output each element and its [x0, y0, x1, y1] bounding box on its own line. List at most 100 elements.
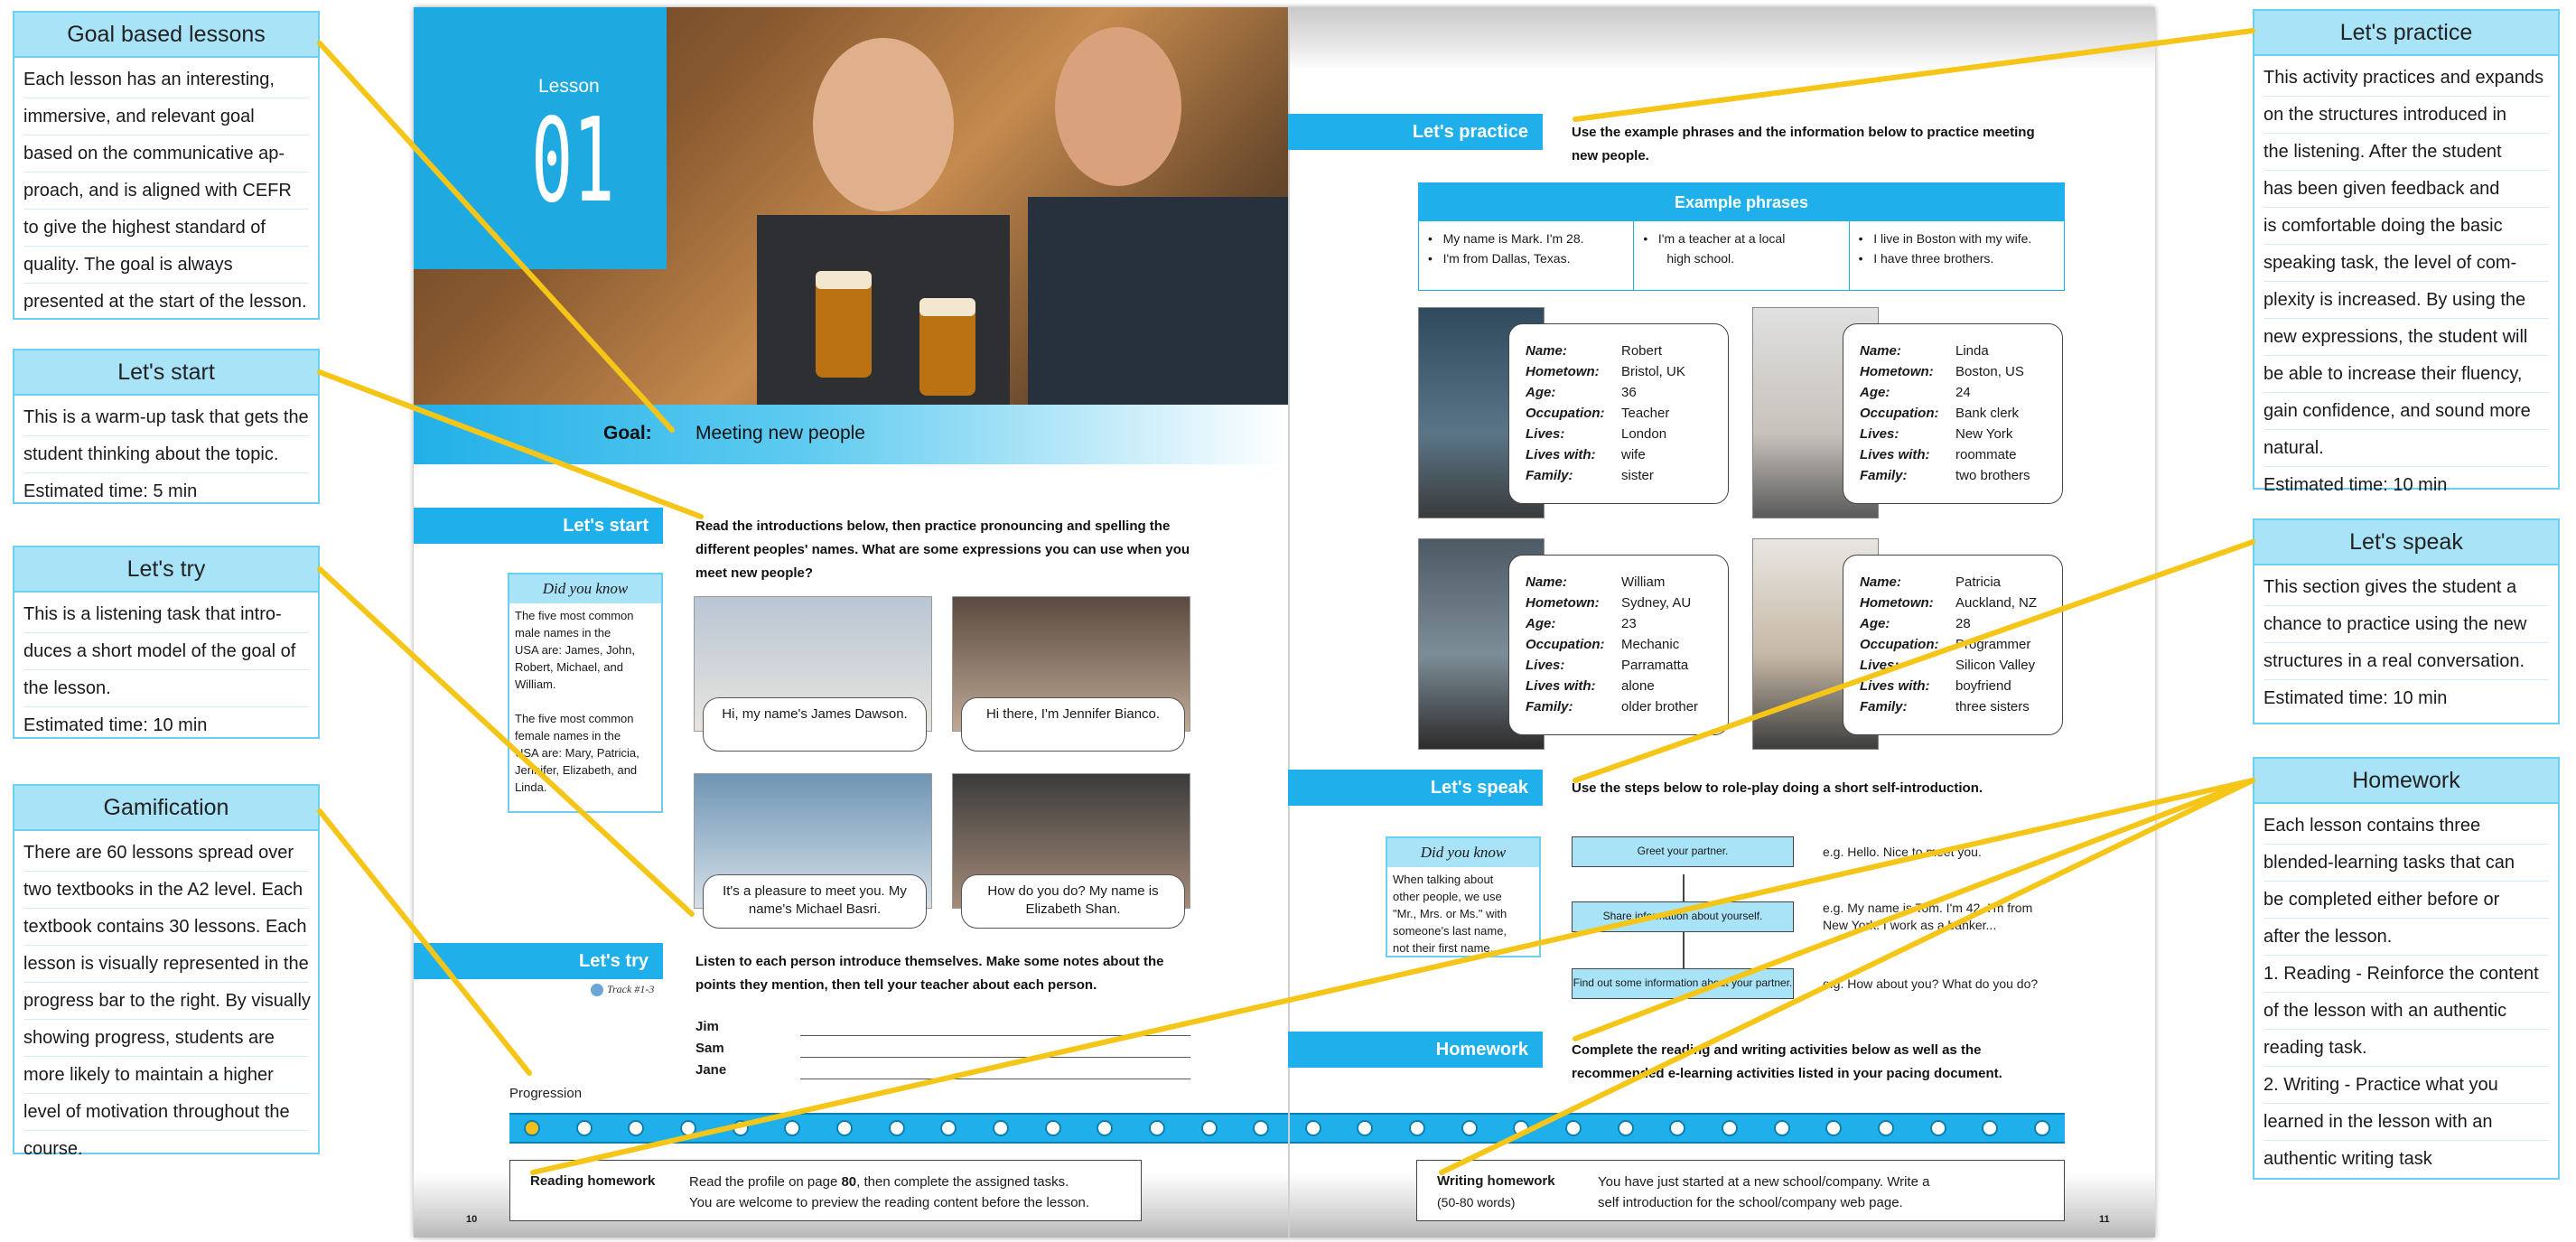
- profile-row: Family: two brothers: [1860, 465, 2062, 486]
- note-line: This is a listening task that intro-: [23, 596, 309, 633]
- profile-row: Family: older brother: [1526, 696, 1728, 717]
- note-line: There are 60 lessons spread over: [23, 835, 309, 872]
- dyk-line: female names in the: [515, 729, 621, 742]
- instruction-line: points they mention, then tell your teac…: [695, 977, 1097, 993]
- goal-text: Meeting new people: [695, 423, 865, 444]
- section-lets-practice: Let's practice: [1288, 114, 1543, 150]
- note-line: has been given feedback and: [2263, 171, 2549, 208]
- note-line: on the structures introduced in: [2263, 97, 2549, 134]
- profile-key: Name:: [1526, 343, 1567, 359]
- note-line: progress bar to the right. By visually: [23, 983, 311, 1020]
- profile-value: Bristol, UK: [1621, 364, 1685, 379]
- progress-dot: [1097, 1120, 1114, 1136]
- dyk-title: Did you know: [1387, 838, 1539, 867]
- profile-row: Hometown: Auckland, NZ: [1860, 593, 2062, 613]
- progress-dot: [575, 1120, 593, 1136]
- instruction-line: Use the example phrases and the informat…: [1572, 125, 2035, 140]
- write-line[interactable]: [800, 1057, 1190, 1058]
- note-line: based on the communicative ap-: [23, 135, 309, 173]
- progress-dot: [1044, 1120, 1061, 1136]
- dyk-line: USA are: James, John,: [515, 643, 635, 657]
- note-line: speaking task, the level of com-: [2263, 245, 2549, 282]
- page-number-left: 10: [466, 1214, 478, 1225]
- note-lets-try: Let's try This is a listening task that …: [13, 546, 320, 739]
- section-lets-start: Let's start: [414, 508, 663, 544]
- instruction-line: new people.: [1572, 148, 1649, 163]
- note-gamification: Gamification There are 60 lessons spread…: [13, 784, 320, 1159]
- note-line: chance to practice using the new: [2263, 606, 2549, 643]
- section-lets-try: Let's try: [414, 943, 663, 979]
- progress-dot: [1461, 1120, 1478, 1136]
- note-goal-based-lessons: Goal based lessons Each lesson has an in…: [13, 11, 320, 320]
- profile-key: Family:: [1526, 468, 1573, 483]
- profile-value: Teacher: [1621, 406, 1670, 421]
- profile-value: wife: [1621, 447, 1646, 462]
- profile-key: Age:: [1526, 616, 1556, 631]
- section-homework: Homework: [1288, 1032, 1543, 1068]
- dyk-line: not their first name.: [1393, 941, 1494, 955]
- profile-value: Parramatta: [1621, 658, 1689, 673]
- profile-row: Lives with: alone: [1526, 676, 1728, 696]
- progress-dot: [1565, 1120, 1582, 1136]
- profile-value: two brothers: [1955, 468, 2030, 483]
- phrase-text: I'm from Dallas, Texas.: [1442, 251, 1571, 266]
- profile-row: Age: 36: [1526, 382, 1728, 403]
- profile-key: Lives:: [1526, 426, 1565, 442]
- writing-homework-line1: You have just started at a new school/co…: [1598, 1174, 1930, 1190]
- progress-dot: [524, 1120, 540, 1136]
- profile-row: Hometown: Boston, US: [1860, 361, 2062, 382]
- dyk-line: Linda.: [515, 780, 547, 794]
- section-lets-speak: Let's speak: [1288, 770, 1543, 806]
- progress-dot: [1513, 1120, 1530, 1136]
- note-line: course.: [23, 1139, 83, 1159]
- phrase-item: • I have three brothers.: [1858, 251, 1994, 266]
- reading-homework-box: Reading homework Read the profile on pag…: [509, 1160, 1142, 1221]
- phrase-item: • I live in Boston with my wife.: [1858, 231, 2032, 246]
- profile-row: Name: Patricia: [1860, 572, 2062, 593]
- lesson-badge: Lesson 01: [414, 7, 667, 269]
- reading-homework-title: Reading homework: [530, 1173, 656, 1189]
- instruction-line: Listen to each person introduce themselv…: [695, 954, 1164, 969]
- note-title: Let's try: [14, 547, 318, 593]
- progress-dot: [1982, 1120, 1999, 1136]
- dyk-line: male names in the: [515, 626, 611, 640]
- note-line: This section gives the student a: [2263, 569, 2549, 606]
- profile-row: Occupation: Teacher: [1526, 403, 1728, 424]
- phrase-text: I'm a teacher at a local: [1657, 231, 1786, 246]
- phrase-item: • I'm from Dallas, Texas.: [1428, 251, 1571, 266]
- writing-homework-line2: self introduction for the school/company…: [1598, 1195, 1903, 1210]
- person-name: Sam: [695, 1041, 724, 1056]
- note-line: gain confidence, and sound more: [2263, 393, 2549, 430]
- profile-key: Lives:: [1860, 658, 1899, 673]
- dyk-line: other people, we use: [1393, 890, 1502, 903]
- note-line: lesson is visually represented in the: [23, 946, 309, 983]
- write-line[interactable]: [800, 1035, 1190, 1036]
- did-you-know-names: Did you know The five most common male n…: [508, 573, 663, 813]
- profile-row: Lives with: boyfriend: [1860, 676, 2062, 696]
- speech-bubble: How do you do? My name is Elizabeth Shan…: [961, 874, 1185, 929]
- note-line: natural.: [2263, 430, 2549, 467]
- note-line: new expressions, the student will: [2263, 319, 2549, 356]
- profile-row: Lives with: roommate: [1860, 444, 2062, 465]
- progress-dot: [1304, 1120, 1321, 1136]
- instruction-line: Complete the reading and writing activit…: [1572, 1042, 1982, 1058]
- progress-dot: [1878, 1120, 1895, 1136]
- profile-key: Occupation:: [1526, 406, 1605, 421]
- dyk-text: When talking about other people, we use …: [1387, 867, 1539, 960]
- note-row: Jim: [695, 1019, 1190, 1041]
- phrases-title: Example phrases: [1419, 183, 2064, 221]
- note-body: This activity practices and expands on t…: [2254, 56, 2558, 509]
- note-lets-start: Let's start This is a warm-up task that …: [13, 349, 320, 504]
- reading-homework-line2: You are welcome to preview the reading c…: [689, 1195, 1090, 1210]
- dyk-line: Jennifer, Elizabeth, and: [515, 763, 638, 777]
- did-you-know-titles: Did you know When talking about other pe…: [1386, 836, 1541, 957]
- profile-value: boyfriend: [1955, 678, 2011, 694]
- progress-dot: [1929, 1120, 1946, 1136]
- profile-row: Lives: Parramatta: [1526, 655, 1728, 676]
- note-line: of the lesson with an authentic: [2263, 993, 2549, 1030]
- progress-dot: [1773, 1120, 1790, 1136]
- profile-key: Age:: [1860, 616, 1890, 631]
- progress-dot: [1357, 1120, 1374, 1136]
- progress-dot: [732, 1120, 749, 1136]
- track-label: Track #1-3: [591, 983, 654, 997]
